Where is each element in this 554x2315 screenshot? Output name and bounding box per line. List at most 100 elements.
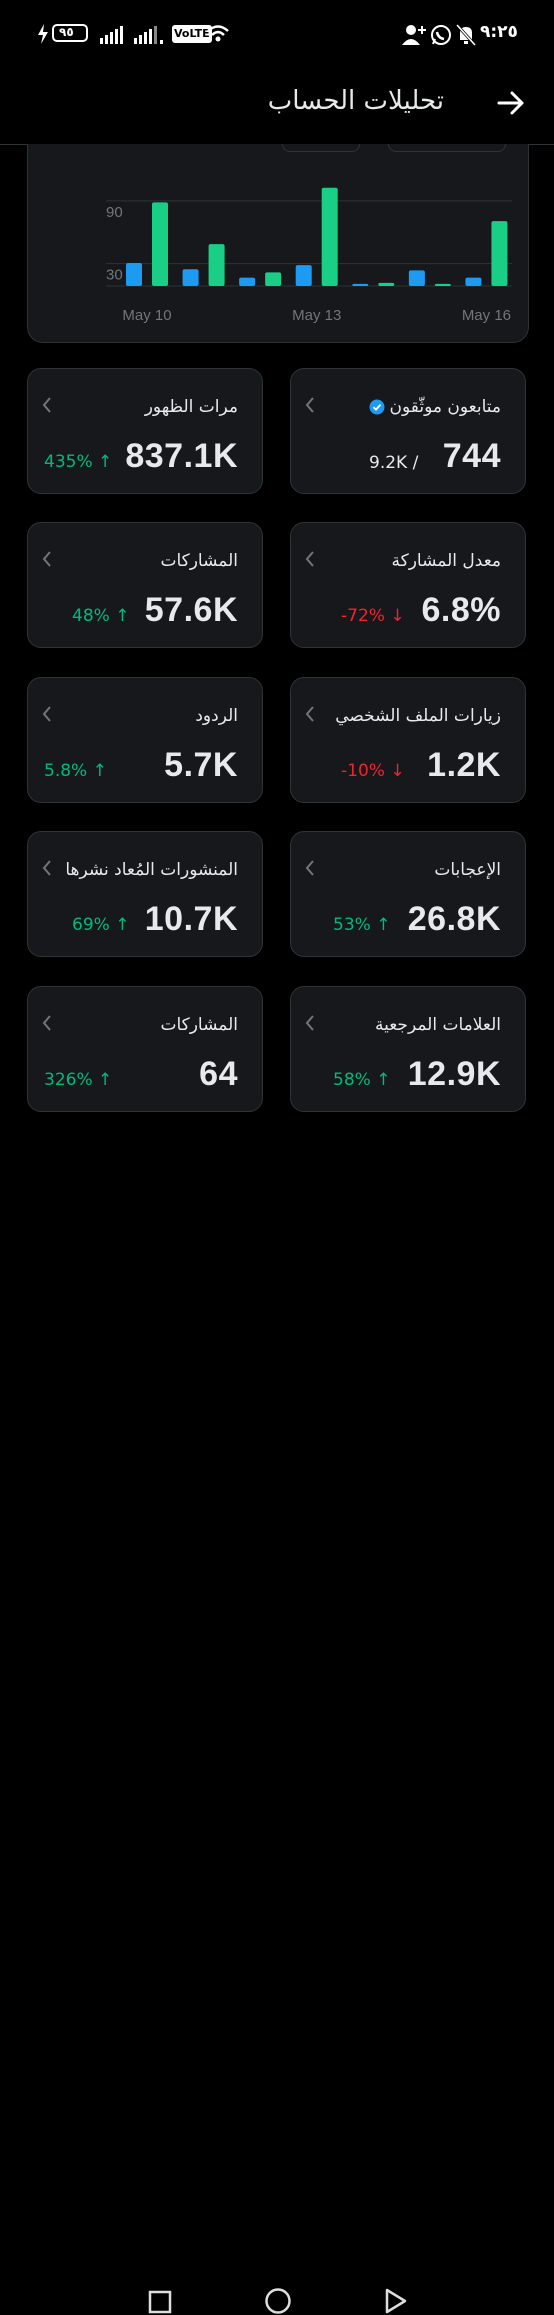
bar: [352, 283, 369, 286]
metric-change-value: -72%: [341, 606, 385, 626]
arrow-up-icon: ↑: [109, 606, 130, 626]
metric-card[interactable]: الردود 5.7K 5.8% ↑: [27, 677, 263, 803]
chevron-left-icon: [305, 706, 314, 722]
metric-value: 26.8K: [407, 900, 501, 938]
bar: [491, 221, 508, 286]
page-title: تحليلات الحساب: [267, 86, 444, 116]
chevron-left-icon: [42, 551, 51, 567]
chevron-left-icon: [305, 860, 314, 876]
arrow-up-icon: ↑: [370, 1070, 391, 1090]
metric-change-value: 58%: [333, 1070, 371, 1090]
bar: [208, 244, 225, 286]
metric-value: 6.8%: [421, 591, 501, 629]
metric-change: 326% ↑: [44, 1070, 112, 1090]
metric-value: 1.2K: [427, 746, 501, 784]
battery-level: ٩٥: [59, 25, 74, 39]
metric-change: 53% ↑: [333, 915, 390, 935]
arrow-down-icon: ↓: [384, 606, 405, 626]
bar: [408, 270, 425, 286]
signal-icon: [100, 26, 123, 44]
back-triangle-icon[interactable]: [384, 2288, 408, 2314]
metric-card[interactable]: المنشورات المُعاد نشرها 10.7K 69% ↑: [27, 831, 263, 957]
metric-label: زيارات الملف الشخصي: [335, 706, 501, 726]
status-bar: ٩٥ VoLTE ٩:٢٥: [0, 0, 554, 72]
wifi-icon: [207, 25, 229, 42]
metric-label: مرات الظهور: [144, 397, 238, 417]
metric-change-value: 326%: [44, 1070, 93, 1090]
metric-label: المشاركات: [160, 1015, 238, 1035]
metric-card[interactable]: مرات الظهور 837.1K 435% ↑: [27, 368, 263, 494]
metric-card[interactable]: معدل المشاركة 6.8% -72% ↓: [290, 522, 526, 648]
metric-change-value: 53%: [333, 915, 371, 935]
metric-change: 5.8% ↑: [44, 761, 107, 781]
chart-card: 90 30 May 10 May 13 May 16: [27, 144, 529, 343]
bar-chart: 90 30 May 10 May 13 May 16: [106, 187, 512, 324]
metric-change: 48% ↑: [72, 606, 129, 626]
metric-label: متابعون موثّقون: [389, 397, 501, 417]
metric-card[interactable]: متابعون موثّقون 744 9.2K /: [290, 368, 526, 494]
metric-value: 5.7K: [164, 746, 238, 784]
verified-badge-icon: [369, 399, 385, 415]
chevron-left-icon: [305, 1015, 314, 1031]
notifications-off-icon: [456, 24, 476, 46]
signal-2-icon: [134, 26, 163, 44]
chart-filter-button-2[interactable]: [388, 144, 506, 152]
chevron-left-icon: [305, 551, 314, 567]
arrow-up-icon: ↑: [87, 761, 107, 781]
metric-value: 10.7K: [144, 900, 238, 938]
metric-change: -10% ↓: [341, 761, 405, 781]
bar: [378, 282, 395, 286]
clock: ٩:٢٥: [480, 22, 518, 42]
metric-card[interactable]: الإعجابات 26.8K 53% ↑: [290, 831, 526, 957]
y-tick-label: 30: [106, 267, 123, 284]
home-circle-icon[interactable]: [264, 2287, 292, 2315]
metric-change: 58% ↑: [333, 1070, 390, 1090]
metric-change-value: 5.8%: [44, 761, 88, 781]
chevron-left-icon: [42, 860, 51, 876]
arrow-right-icon[interactable]: [496, 88, 526, 118]
metric-change: -72% ↓: [341, 606, 405, 626]
charging-bolt-icon: [38, 24, 48, 44]
x-tick-label: May 10: [122, 307, 171, 324]
bar: [434, 283, 451, 286]
chevron-left-icon: [42, 706, 51, 722]
metric-change: 69% ↑: [72, 915, 129, 935]
x-tick-label: May 16: [462, 307, 511, 324]
whatsapp-icon: [431, 25, 451, 45]
bar: [182, 269, 199, 286]
bar: [126, 263, 142, 286]
bar: [265, 272, 282, 286]
metric-change-value: -10%: [341, 761, 385, 781]
metric-label: الردود: [195, 706, 238, 726]
metric-label: المشاركات: [160, 551, 238, 571]
metric-change-value: 69%: [72, 915, 110, 935]
metric-change-value: 435%: [44, 452, 93, 472]
metric-change-value: 48%: [72, 606, 110, 626]
chart-filter-button-1[interactable]: [282, 144, 360, 152]
bar: [465, 277, 482, 286]
arrow-up-icon: ↑: [370, 915, 391, 935]
metric-card[interactable]: زيارات الملف الشخصي 1.2K -10% ↓: [290, 677, 526, 803]
bar: [239, 277, 256, 286]
metric-value: 744: [442, 437, 501, 475]
metric-total: 9.2K /: [369, 453, 419, 473]
chevron-left-icon: [305, 397, 314, 413]
metric-card[interactable]: المشاركات 57.6K 48% ↑: [27, 522, 263, 648]
top-app-bar: تحليلات الحساب: [0, 72, 554, 145]
bar: [295, 265, 312, 286]
arrow-up-icon: ↑: [109, 915, 130, 935]
arrow-up-icon: ↑: [92, 1070, 113, 1090]
battery-icon: ٩٥: [52, 24, 88, 42]
bar: [321, 187, 338, 286]
metric-card[interactable]: المشاركات 64 326% ↑: [27, 986, 263, 1112]
y-tick-label: 90: [106, 204, 123, 221]
chevron-left-icon: [42, 397, 51, 413]
metric-change: 435% ↑: [44, 452, 112, 472]
metric-card[interactable]: العلامات المرجعية 12.9K 58% ↑: [290, 986, 526, 1112]
arrow-down-icon: ↓: [384, 761, 405, 781]
metric-label: العلامات المرجعية: [374, 1015, 501, 1035]
metric-value: 837.1K: [125, 437, 238, 475]
x-tick-label: May 13: [292, 307, 341, 324]
recents-square-icon[interactable]: [148, 2290, 172, 2314]
add-user-icon: [402, 25, 426, 45]
